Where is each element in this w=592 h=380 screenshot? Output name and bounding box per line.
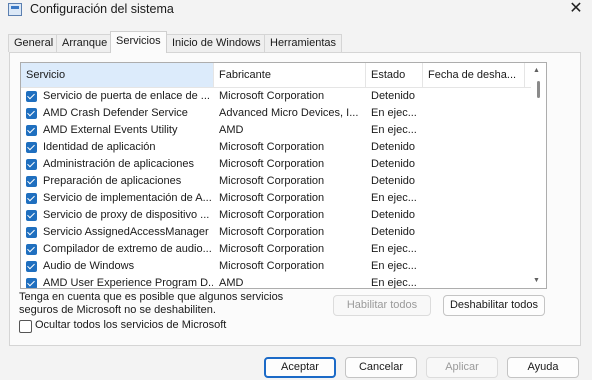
cell-fabricante: Microsoft Corporation — [219, 175, 325, 187]
row-checkbox[interactable] — [26, 261, 37, 272]
window-title: Configuración del sistema — [30, 2, 174, 16]
cell-estado: Detenido — [371, 175, 416, 187]
cell-servicio: Preparación de aplicaciones — [43, 175, 182, 187]
cell-fabricante: AMD — [219, 124, 244, 136]
column-estado[interactable]: Estado — [366, 63, 423, 87]
accept-button[interactable]: Aceptar — [264, 357, 336, 378]
cancel-button[interactable]: Cancelar — [345, 357, 417, 378]
row-checkbox[interactable] — [26, 244, 37, 255]
table-row[interactable]: Servicio AssignedAccessManager Microsoft … — [21, 224, 531, 241]
disable-all-button[interactable]: Deshabilitar todos — [443, 295, 545, 316]
cell-servicio: Servicio de proxy de dispositivo ... — [43, 209, 210, 221]
cell-servicio: Audio de Windows — [43, 260, 135, 272]
help-button[interactable]: Ayuda — [507, 357, 579, 378]
table-row[interactable]: Servicio de puerta de enlace de ... Micro… — [21, 88, 531, 105]
cell-servicio: AMD External Events Utility — [43, 124, 178, 136]
services-list[interactable]: Servicio Fabricante Estado Fecha de desh… — [20, 62, 547, 289]
cell-fabricante: Microsoft Corporation — [219, 243, 325, 255]
cell-fabricante: Microsoft Corporation — [219, 209, 325, 221]
scroll-thumb[interactable] — [537, 81, 540, 98]
column-fecha[interactable]: Fecha de desha... — [423, 63, 525, 87]
row-checkbox[interactable] — [26, 91, 37, 102]
scroll-up-icon[interactable]: ▲ — [533, 67, 540, 74]
cell-servicio: AMD Crash Defender Service — [43, 107, 188, 119]
table-row[interactable]: Compilador de extremo de audio... Microso… — [21, 241, 531, 258]
tab-servicios[interactable]: Servicios — [110, 31, 167, 53]
close-button[interactable]: ✕ — [560, 0, 592, 20]
tab-herramientas[interactable]: Herramientas — [264, 34, 343, 52]
cell-estado: Detenido — [371, 158, 416, 170]
cell-estado: En ejec... — [371, 277, 417, 289]
cell-servicio: Administración de aplicaciones — [43, 158, 195, 170]
table-row[interactable]: Identidad de aplicación Microsoft Corpora… — [21, 139, 531, 156]
table-row[interactable]: AMD Crash Defender Service Advanced Micro… — [21, 105, 531, 122]
cell-fabricante: Microsoft Corporation — [219, 192, 325, 204]
table-row[interactable]: AMD User Experience Program D... AMD En ej… — [21, 275, 531, 289]
tab-general[interactable]: General — [8, 34, 60, 52]
vertical-scrollbar[interactable]: ▲ ▼ — [531, 63, 546, 288]
cell-servicio: Compilador de extremo de audio... — [43, 243, 212, 255]
tab-arranque[interactable]: Arranque — [56, 34, 114, 52]
row-checkbox[interactable] — [26, 176, 37, 187]
row-checkbox[interactable] — [26, 193, 37, 204]
cell-estado: En ejec... — [371, 124, 417, 136]
table-row[interactable]: AMD External Events Utility AMD En ejec... — [21, 122, 531, 139]
app-icon — [8, 3, 22, 16]
cell-fabricante: Microsoft Corporation — [219, 226, 325, 238]
table-row[interactable]: Servicio de proxy de dispositivo ... Micr… — [21, 207, 531, 224]
row-checkbox[interactable] — [26, 278, 37, 288]
cell-servicio: Identidad de aplicación — [43, 141, 156, 153]
cell-fabricante: Microsoft Corporation — [219, 90, 325, 102]
table-row[interactable]: Audio de Windows Microsoft Corporation En … — [21, 258, 531, 275]
tab-inicio-windows[interactable]: Inicio de Windows — [166, 34, 267, 52]
row-checkbox[interactable] — [26, 125, 37, 136]
cell-fabricante: Microsoft Corporation — [219, 158, 325, 170]
cell-estado: En ejec... — [371, 107, 417, 119]
cell-estado: Detenido — [371, 141, 416, 153]
table-row[interactable]: Administración de aplicaciones Microsoft … — [21, 156, 531, 173]
row-checkbox[interactable] — [26, 142, 37, 153]
title-bar: Configuración del sistema ✕ — [0, 0, 592, 22]
column-servicio[interactable]: Servicio — [21, 63, 214, 87]
cell-estado: Detenido — [371, 209, 416, 221]
cell-fabricante: Advanced Micro Devices, I... — [219, 107, 359, 119]
cell-fabricante: AMD — [219, 277, 244, 289]
table-row[interactable]: Servicio de implementación de A... Micros… — [21, 190, 531, 207]
enable-all-button[interactable]: Habilitar todos — [333, 295, 431, 316]
apply-button[interactable]: Aplicar — [426, 357, 498, 378]
cell-estado: Detenido — [371, 90, 416, 102]
cell-estado: En ejec... — [371, 260, 417, 272]
column-header: Servicio Fabricante Estado Fecha de desh… — [21, 63, 531, 88]
cell-servicio: Servicio de puerta de enlace de ... — [43, 90, 210, 102]
cell-fabricante: Microsoft Corporation — [219, 141, 325, 153]
scroll-down-icon[interactable]: ▼ — [533, 277, 540, 284]
cell-fabricante: Microsoft Corporation — [219, 260, 325, 272]
row-checkbox[interactable] — [26, 227, 37, 238]
cell-servicio: Servicio de implementación de A... — [43, 192, 212, 204]
cell-estado: En ejec... — [371, 192, 417, 204]
hide-ms-services-label: Ocultar todos los servicios de Microsoft — [35, 319, 227, 331]
cell-servicio: AMD User Experience Program D... — [43, 277, 213, 289]
row-checkbox[interactable] — [26, 210, 37, 221]
table-row[interactable]: Preparación de aplicaciones Microsoft Cor… — [21, 173, 531, 190]
cell-servicio: Servicio AssignedAccessManager — [43, 226, 209, 238]
column-fabricante[interactable]: Fabricante — [214, 63, 366, 87]
hide-ms-services-checkbox[interactable] — [19, 320, 32, 333]
rows: Servicio de puerta de enlace de ... Micro… — [21, 88, 531, 289]
cell-estado: En ejec... — [371, 243, 417, 255]
row-checkbox[interactable] — [26, 108, 37, 119]
note-text: Tenga en cuenta que es posible que algun… — [19, 291, 284, 316]
cell-estado: Detenido — [371, 226, 416, 238]
row-checkbox[interactable] — [26, 159, 37, 170]
